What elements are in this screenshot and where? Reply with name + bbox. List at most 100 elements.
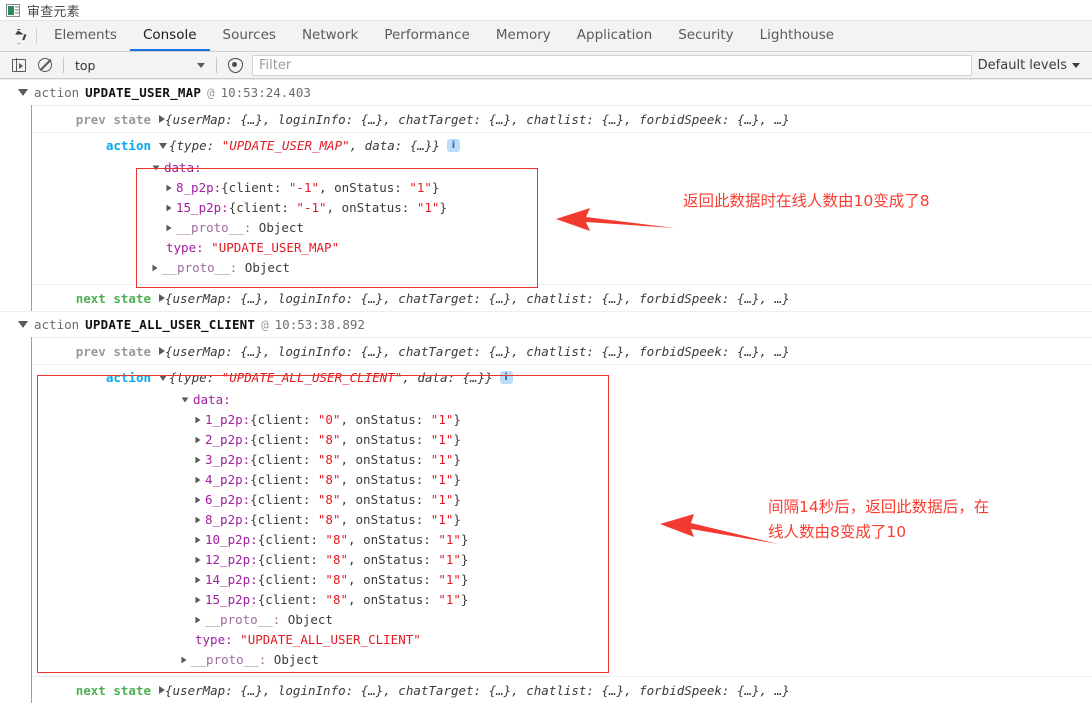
comma: , (326, 200, 342, 215)
expand-triangle-icon[interactable] (195, 556, 201, 564)
expand-triangle-icon[interactable] (166, 224, 172, 232)
object-entry-row[interactable]: 8_p2p:{client: "-1", onStatus: "1"} (31, 178, 1092, 198)
expand-triangle-icon[interactable] (195, 576, 201, 584)
entry-key: 14_p2p: (205, 572, 258, 587)
onstatus-value: "1" (430, 412, 454, 427)
action-row[interactable]: action {type: "UPDATE_USER_MAP", data: {… (31, 132, 1092, 158)
expand-triangle-icon[interactable] (159, 374, 167, 381)
group-header[interactable]: action UPDATE_ALL_USER_CLIENT @ 10:53:38… (14, 312, 1092, 337)
tab-sources[interactable]: Sources (210, 21, 289, 51)
data-node[interactable]: data: (31, 158, 1092, 178)
expand-triangle-icon[interactable] (195, 496, 201, 504)
prev-state-row[interactable]: prev state {userMap: {…}, loginInfo: {…}… (31, 105, 1092, 132)
expand-triangle-icon[interactable] (181, 397, 189, 403)
console-log-area[interactable]: action UPDATE_USER_MAP @ 10:53:24.403 pr… (0, 79, 1092, 712)
console-sidebar-icon[interactable] (6, 52, 32, 78)
client-label: {client: (250, 412, 318, 427)
expand-triangle-icon[interactable] (195, 536, 201, 544)
log-levels-select[interactable]: Default levels (978, 58, 1092, 73)
object-entry-row[interactable]: 3_p2p:{client: "8", onStatus: "1"} (31, 450, 1092, 470)
live-expression-icon[interactable] (222, 52, 248, 78)
expand-triangle-icon[interactable] (195, 436, 201, 444)
annotation-text-2: 间隔14秒后，返回此数据后，在 线人数由8变成了10 (768, 498, 990, 541)
tab-network[interactable]: Network (289, 21, 371, 51)
group-prefix: action (34, 317, 80, 332)
proto-row[interactable]: __proto__: Object (31, 650, 1092, 670)
brace-close: } (460, 572, 469, 587)
client-value: "8" (317, 472, 341, 487)
expand-triangle-icon[interactable] (152, 264, 158, 272)
client-label: {client: (221, 180, 289, 195)
object-entry-row[interactable]: 1_p2p:{client: "0", onStatus: "1"} (31, 410, 1092, 430)
client-value: "-1" (288, 180, 319, 195)
expand-triangle-icon[interactable] (195, 596, 201, 604)
type-value: "UPDATE_ALL_USER_CLIENT" (240, 632, 421, 647)
tab-performance[interactable]: Performance (371, 21, 483, 51)
expand-triangle-icon[interactable] (195, 616, 201, 624)
clear-console-icon[interactable] (32, 52, 58, 78)
filter-input[interactable] (252, 54, 972, 76)
annotation-text-1: 返回此数据时在线人数由10变成了8 (683, 192, 930, 210)
expand-triangle-icon[interactable] (195, 476, 201, 484)
expand-triangle-icon[interactable] (195, 416, 201, 424)
client-label: {client: (257, 552, 326, 567)
action-row[interactable]: action {type: "UPDATE_ALL_USER_CLIENT", … (31, 364, 1092, 390)
expand-triangle-icon[interactable] (18, 89, 28, 96)
info-icon[interactable]: i (446, 139, 460, 152)
object-entry-row[interactable]: 15_p2p:{client: "8", onStatus: "1"} (31, 590, 1092, 610)
group-timestamp: 10:53:24.403 (220, 85, 311, 100)
type-row: type: "UPDATE_ALL_USER_CLIENT" (31, 630, 1092, 650)
brace-close: } (453, 432, 461, 447)
proto-row[interactable]: __proto__: Object (31, 610, 1092, 630)
onstatus-label: onStatus: (355, 492, 431, 507)
tab-console[interactable]: Console (129, 21, 210, 51)
tab-application[interactable]: Application (564, 21, 665, 51)
inspect-element-icon[interactable] (4, 21, 34, 51)
tab-security[interactable]: Security (665, 21, 746, 51)
expand-triangle-icon[interactable] (18, 321, 28, 328)
data-node[interactable]: data: (31, 390, 1092, 410)
entry-key: 15_p2p: (176, 200, 229, 215)
expand-triangle-icon[interactable] (195, 516, 201, 524)
entry-key: 8_p2p: (176, 180, 222, 195)
execution-context-select[interactable]: top (69, 55, 211, 75)
client-label: {client: (250, 512, 318, 527)
object-entry-row[interactable]: 4_p2p:{client: "8", onStatus: "1"} (31, 470, 1092, 490)
chevron-down-icon (1072, 62, 1080, 68)
data-key: data: (164, 160, 202, 175)
info-icon[interactable]: i (499, 371, 513, 384)
tab-lighthouse[interactable]: Lighthouse (747, 21, 847, 51)
onstatus-label: onStatus: (363, 572, 439, 587)
tab-memory[interactable]: Memory (483, 21, 564, 51)
tab-elements[interactable]: Elements (41, 21, 130, 51)
expand-triangle-icon[interactable] (166, 204, 172, 212)
expand-triangle-icon[interactable] (181, 656, 187, 664)
brace-close: } (453, 492, 461, 507)
client-value: "8" (325, 552, 348, 567)
tab-list: Elements Console Sources Network Perform… (41, 21, 847, 51)
object-entry-row[interactable]: 2_p2p:{client: "8", onStatus: "1"} (31, 430, 1092, 450)
group-prefix: action (34, 85, 80, 100)
group-timestamp: 10:53:38.892 (274, 317, 365, 332)
group-at-symbol: @ (207, 85, 215, 100)
group-header[interactable]: action UPDATE_USER_MAP @ 10:53:24.403 (14, 80, 1092, 105)
expand-triangle-icon[interactable] (166, 184, 172, 192)
next-state-row[interactable]: next state {userMap: {…}, loginInfo: {…}… (31, 284, 1092, 311)
expand-triangle-icon[interactable] (152, 165, 160, 171)
entry-key: 1_p2p: (205, 412, 251, 427)
object-entry-row[interactable]: 12_p2p:{client: "8", onStatus: "1"} (31, 550, 1092, 570)
type-row: type: "UPDATE_USER_MAP" (31, 238, 1092, 258)
toolbar-divider (36, 28, 37, 44)
object-entry-row[interactable]: 14_p2p:{client: "8", onStatus: "1"} (31, 570, 1092, 590)
prev-state-row[interactable]: prev state {userMap: {…}, loginInfo: {…}… (31, 337, 1092, 364)
comma: , (348, 532, 364, 547)
expand-triangle-icon[interactable] (159, 142, 167, 149)
comma: , (348, 592, 364, 607)
next-state-row[interactable]: next state {userMap: {…}, loginInfo: {…}… (31, 676, 1092, 703)
prev-state-label: prev state (75, 111, 151, 127)
comma: , (348, 552, 364, 567)
brace-close: } (453, 412, 461, 427)
expand-triangle-icon[interactable] (195, 456, 201, 464)
proto-row[interactable]: __proto__: Object (31, 258, 1092, 278)
proto-value: Object (258, 220, 304, 235)
